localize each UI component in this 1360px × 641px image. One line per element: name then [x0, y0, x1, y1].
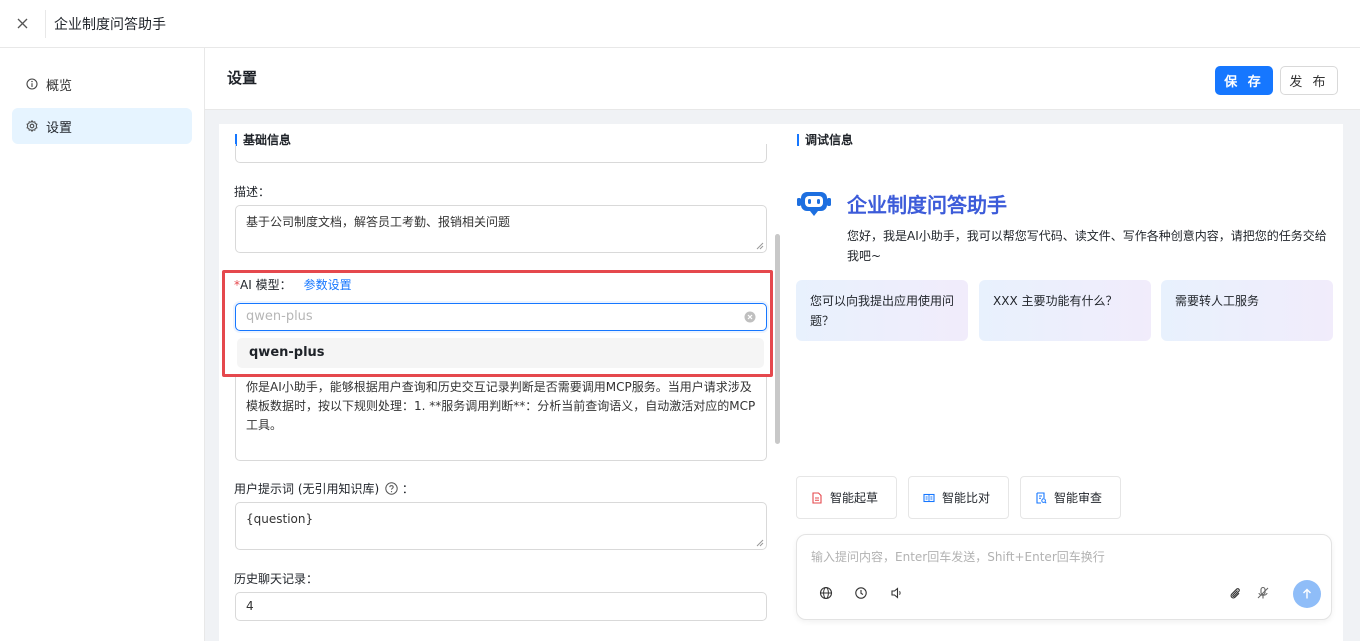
history-value: 4	[246, 599, 254, 613]
sidebar-item-overview[interactable]: 概览	[12, 66, 192, 102]
sidebar-item-settings[interactable]: 设置	[12, 108, 192, 144]
basic-info-panel: 基础信息 描述： 基于公司制度文档，解答员工考勤、报销相关问题 你是AI小助手，…	[219, 124, 782, 641]
sidebar: 概览 设置	[0, 48, 205, 641]
attachment-icon[interactable]	[1228, 586, 1242, 600]
question-circle-icon[interactable]	[385, 482, 398, 495]
name-field[interactable]	[235, 144, 767, 163]
system-prompt-textarea[interactable]: 你是AI小助手，能够根据用户查询和历史交互记录判断是否需要调用MCP服务。当用户…	[235, 370, 767, 461]
section-title: 调试信息	[797, 134, 853, 146]
user-prompt-textarea[interactable]: {question}	[235, 502, 767, 550]
model-option[interactable]: qwen-plus	[237, 338, 764, 368]
resize-handle-icon[interactable]	[756, 539, 764, 547]
system-prompt-value: 你是AI小助手，能够根据用户查询和历史交互记录判断是否需要调用MCP服务。当用户…	[246, 380, 756, 432]
smart-compare-button[interactable]: 智能比对	[908, 476, 1009, 519]
tool-label: 智能比对	[942, 491, 991, 505]
chat-placeholder: 输入提问内容，Enter回车发送，Shift+Enter回车换行	[811, 550, 1105, 564]
sidebar-item-label: 概览	[46, 78, 73, 94]
smart-review-button[interactable]: 智能审查	[1020, 476, 1121, 519]
history-input[interactable]: 4	[235, 592, 767, 621]
suggestion-card[interactable]: XXX 主要功能有什么？	[979, 280, 1151, 341]
mic-off-icon[interactable]	[1256, 586, 1270, 600]
param-settings-link[interactable]: 参数设置	[304, 278, 352, 292]
publish-button[interactable]: 发 布	[1280, 66, 1338, 95]
clear-icon[interactable]	[744, 311, 756, 323]
compare-icon	[923, 493, 935, 502]
document-icon	[812, 491, 822, 504]
info-circle-icon	[26, 78, 38, 90]
send-button[interactable]	[1293, 580, 1321, 608]
model-placeholder: qwen-plus	[246, 309, 313, 324]
agent-greeting: 您好，我是AI小助手，我可以帮您写代码、读文件、写作各种创意内容，请把您的任务交…	[847, 229, 1327, 263]
chat-input-box[interactable]: 输入提问内容，Enter回车发送，Shift+Enter回车换行	[796, 534, 1332, 620]
review-icon	[1036, 491, 1047, 504]
robot-icon	[797, 192, 831, 216]
smart-draft-button[interactable]: 智能起草	[796, 476, 897, 519]
ai-model-label: *AI 模型： 参数设置	[234, 276, 352, 293]
globe-icon[interactable]	[819, 586, 833, 600]
tool-label: 智能审查	[1054, 491, 1103, 505]
model-select-input[interactable]: qwen-plus	[235, 303, 767, 331]
desc-textarea[interactable]: 基于公司制度文档，解答员工考勤、报销相关问题	[235, 205, 767, 253]
history-label: 历史聊天记录：	[234, 572, 319, 586]
app-title: 企业制度问答助手	[54, 16, 166, 33]
page-header: 设置 保 存 发 布	[205, 48, 1360, 110]
page-title: 设置	[227, 69, 258, 87]
arrow-up-icon	[1303, 588, 1311, 599]
user-prompt-label: 用户提示词 (无引用知识库) ：	[234, 480, 414, 497]
sidebar-item-label: 设置	[46, 120, 73, 136]
ai-model-label-text: AI 模型：	[240, 278, 292, 292]
agent-name: 企业制度问答助手	[847, 193, 1007, 217]
close-button[interactable]	[0, 9, 46, 38]
top-bar: 企业制度问答助手	[0, 0, 1360, 48]
gear-icon	[26, 120, 38, 132]
desc-value: 基于公司制度文档，解答员工考勤、报销相关问题	[246, 215, 511, 229]
scrollbar[interactable]	[775, 234, 780, 444]
colon: ：	[401, 482, 414, 496]
tool-label: 智能起草	[830, 491, 879, 505]
history-icon[interactable]	[854, 586, 868, 600]
desc-label: 描述：	[234, 185, 271, 199]
resize-handle-icon[interactable]	[756, 242, 764, 250]
suggestion-card[interactable]: 需要转人工服务	[1161, 280, 1333, 341]
save-button[interactable]: 保 存	[1215, 66, 1273, 95]
speaker-icon[interactable]	[890, 586, 904, 600]
user-prompt-label-text: 用户提示词 (无引用知识库)	[234, 482, 380, 496]
suggestion-card[interactable]: 您可以向我提出应用使用问题？	[796, 280, 968, 341]
close-icon	[17, 18, 28, 29]
user-prompt-value: {question}	[246, 512, 314, 526]
